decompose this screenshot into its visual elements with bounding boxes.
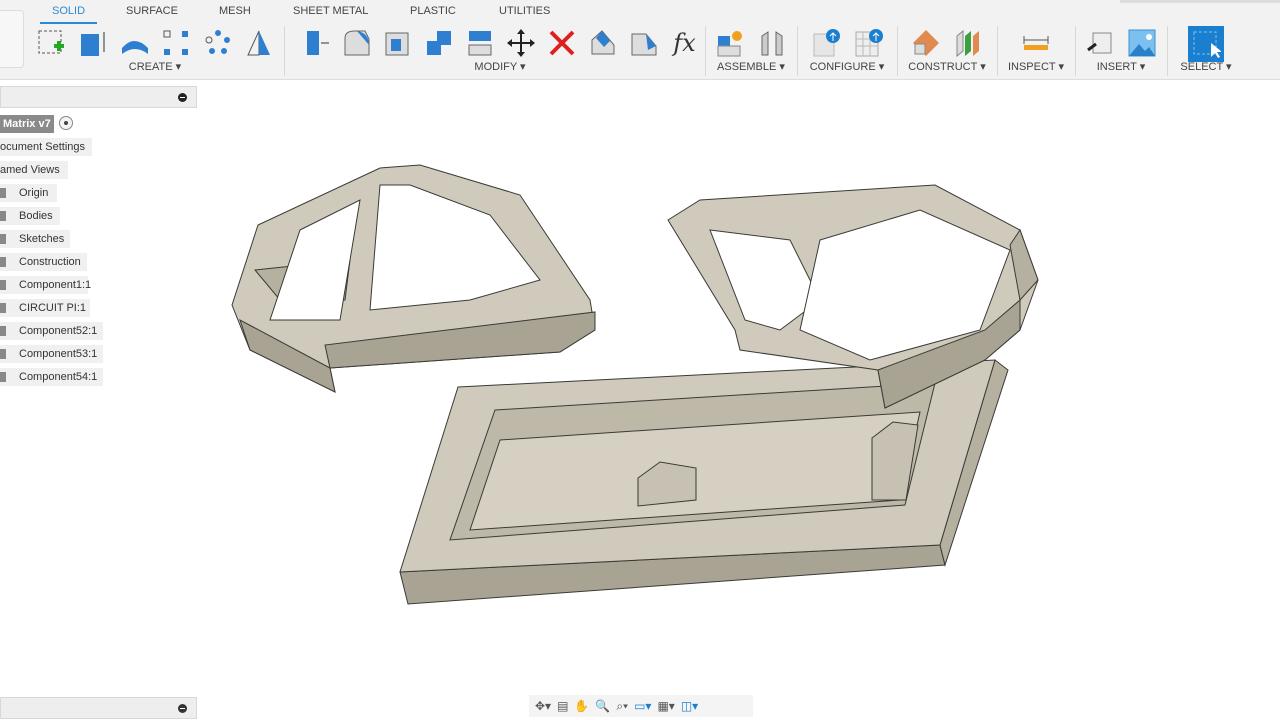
model-viewport[interactable] xyxy=(0,0,1280,720)
fit-icon[interactable]: ⌕▾ xyxy=(616,699,628,714)
navigation-toolbar: ✥▾ ▤ ✋ 🔍 ⌕▾ ▭▾ ▦▾ ◫▾ xyxy=(529,695,753,717)
zoom-icon[interactable]: 🔍 xyxy=(595,699,610,713)
pan-icon[interactable]: ✋ xyxy=(574,699,589,713)
expand-comments-icon[interactable] xyxy=(178,704,187,713)
viewports-icon[interactable]: ◫▾ xyxy=(681,699,698,713)
case-base xyxy=(399,359,1009,605)
orbit-icon[interactable]: ✥▾ xyxy=(535,699,551,713)
comments-bar xyxy=(0,697,197,719)
left-keyboard-half xyxy=(231,164,596,393)
grid-snaps-icon[interactable]: ▦▾ xyxy=(657,699,674,713)
display-settings-icon[interactable]: ▭▾ xyxy=(634,699,651,713)
look-at-icon[interactable]: ▤ xyxy=(557,699,568,713)
